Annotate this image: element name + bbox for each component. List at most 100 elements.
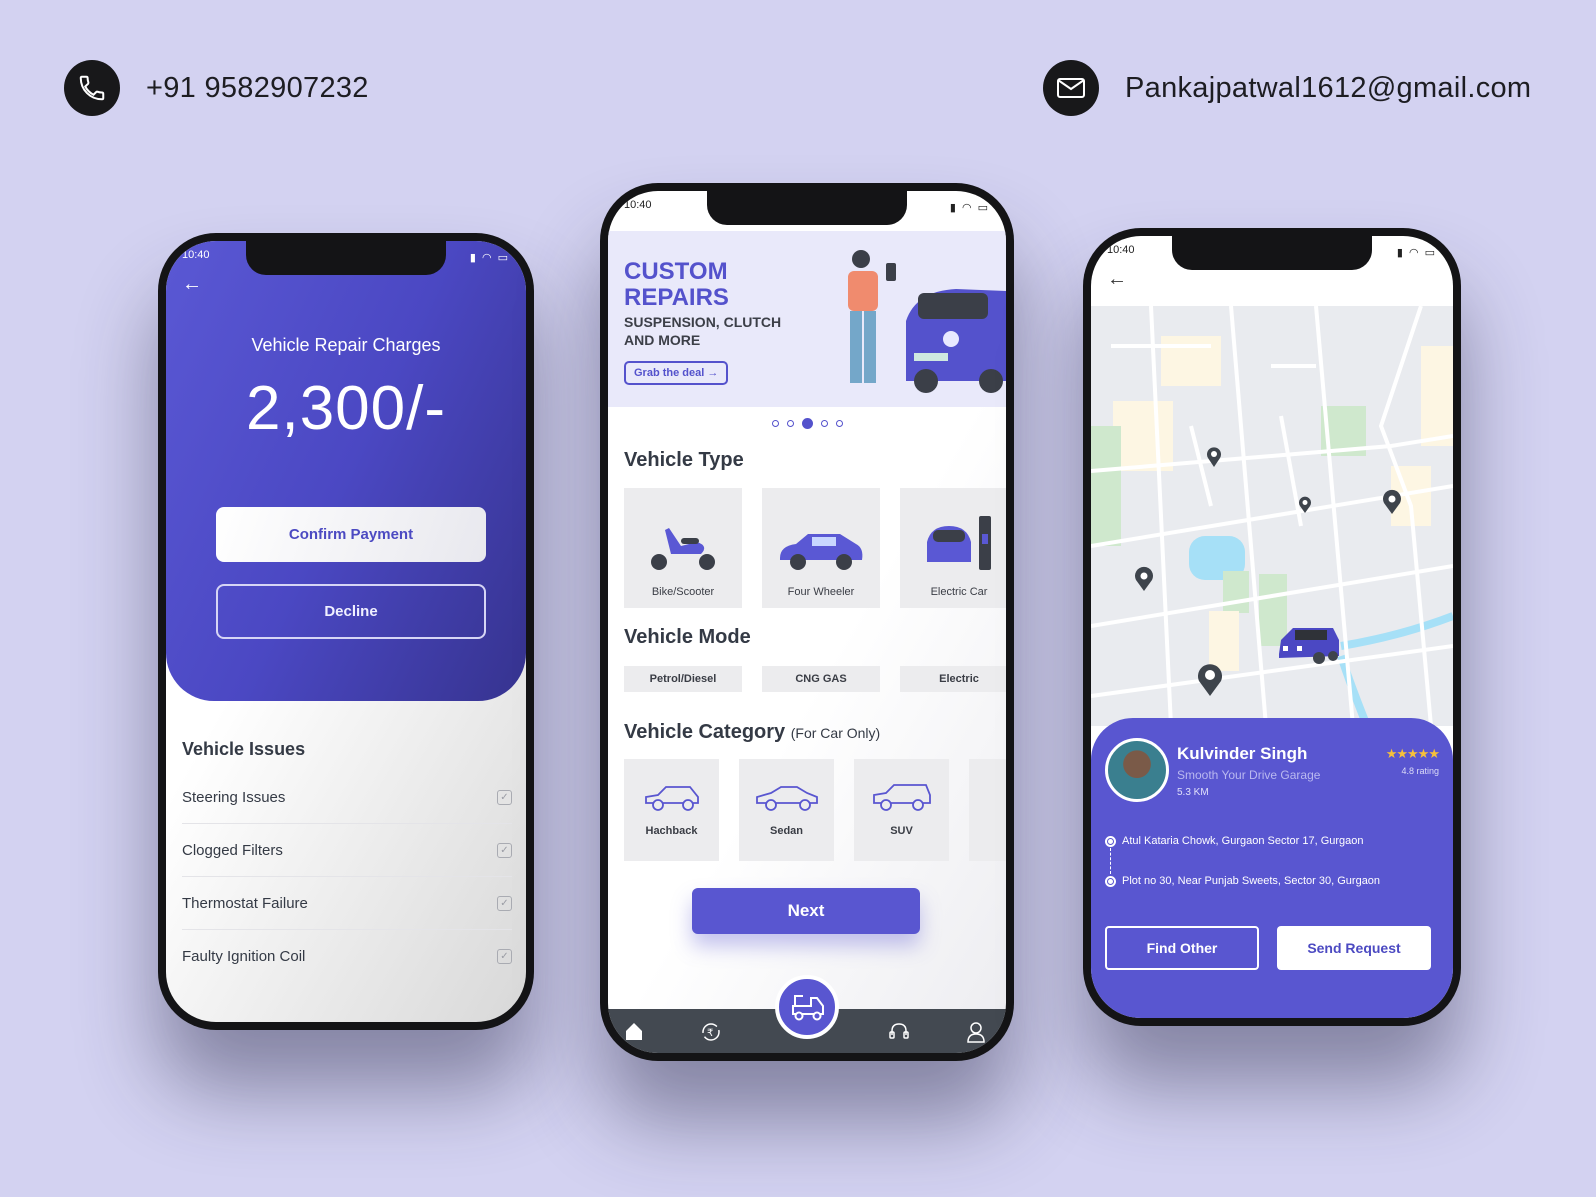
vehicle-type-card[interactable]: Four Wheeler (762, 488, 880, 608)
phone-contact: +91 9582907232 (64, 60, 369, 116)
notch (246, 241, 446, 275)
grab-deal-label: Grab the deal (634, 367, 705, 379)
carousel-dot[interactable] (786, 420, 794, 427)
map-view[interactable] (1091, 305, 1453, 728)
carousel-dot[interactable] (835, 420, 843, 427)
status-time: 10:40 (1107, 244, 1135, 256)
vehicle-category-card[interactable]: SUV (854, 759, 949, 861)
tow-truck-icon (792, 995, 824, 1021)
vehicle-category-heading: Vehicle Category (624, 721, 786, 743)
home-phone: 10:40 ▮ ◠ ▭ CUSTOM REPAIRS SUSPENSION, C… (600, 183, 1014, 1061)
map-pin-icon[interactable] (1195, 661, 1225, 697)
confirm-payment-button[interactable]: Confirm Payment (216, 507, 486, 562)
carousel-dot-active[interactable] (801, 418, 813, 429)
arrow-right-icon: → (707, 367, 719, 379)
checkbox-checked-icon[interactable]: ✓ (497, 895, 512, 911)
notch (1172, 236, 1372, 270)
map-streets (1091, 305, 1453, 728)
location-dot-icon (1105, 835, 1116, 847)
checkbox-checked-icon[interactable]: ✓ (497, 789, 512, 805)
vehicle-mode-title: Vehicle Mode (624, 626, 751, 648)
vehicle-type-card[interactable]: Electric Car (900, 488, 1006, 608)
issue-item[interactable]: Thermostat Failure ✓ (182, 877, 512, 930)
next-button[interactable]: Next (692, 888, 920, 934)
vehicle-type-label: Bike/Scooter (651, 586, 715, 598)
mail-icon (1043, 60, 1099, 116)
location-dot-icon (1105, 875, 1116, 887)
vehicle-type-title: Vehicle Type (624, 449, 744, 471)
user-icon[interactable] (966, 1021, 986, 1048)
map-pin-icon[interactable] (1133, 566, 1155, 592)
vehicle-mode-option[interactable]: Electric (900, 666, 1006, 692)
route-to: Plot no 30, Near Punjab Sweets, Sector 3… (1105, 874, 1443, 888)
notch (707, 191, 907, 225)
route-from: Atul Kataria Chowk, Gurgaon Sector 17, G… (1105, 834, 1443, 848)
issue-item[interactable]: Steering Issues ✓ (182, 771, 512, 824)
garage-car-marker-icon[interactable] (1277, 624, 1343, 668)
garage-owner-name: Kulvinder Singh (1177, 744, 1308, 763)
headset-icon[interactable] (888, 1021, 910, 1048)
battery-icon: ▭ (1424, 246, 1435, 259)
banner-headline: CUSTOM REPAIRS (624, 258, 729, 311)
vehicle-issues-list: Steering Issues ✓ Clogged Filters ✓ Thermo… (182, 771, 512, 983)
svg-text:₹: ₹ (707, 1028, 713, 1039)
vehicle-category-card[interactable]: Sedan (739, 759, 834, 861)
battery-icon: ▭ (977, 201, 988, 214)
four-wheeler-icon (780, 534, 863, 570)
issue-item[interactable]: Faulty Ignition Coil ✓ (182, 930, 512, 983)
carousel-dot[interactable] (771, 420, 779, 427)
signal-icon: ▮ (949, 201, 956, 214)
issue-label: Thermostat Failure (182, 894, 308, 912)
vehicle-category-list: Hachback Sedan SUV (624, 759, 1006, 861)
status-time: 10:40 (182, 249, 210, 261)
banner-subline: SUSPENSION, CLUTCH AND MORE (624, 314, 782, 348)
payment-header-panel: 10:40 ▮ ◠ ▭ ← Vehicle Repair Charges 2,3… (166, 241, 526, 701)
star-rating-icon: ★★★★★ (1385, 746, 1440, 761)
woman-car-illustration (848, 250, 1006, 393)
charges-amount: 2,300/- (245, 374, 447, 443)
route-info: Atul Kataria Chowk, Gurgaon Sector 17, G… (1105, 834, 1443, 888)
wifi-icon: ◠ (1408, 246, 1419, 259)
rating-value: 4.8 rating (1401, 766, 1439, 776)
vehicle-category-note: (For Car Only) (790, 725, 881, 741)
garage-distance: 5.3 KM (1177, 787, 1209, 798)
map-pin-icon[interactable] (1381, 489, 1403, 515)
email-contact: Pankajpatwal1612@gmail.com (1043, 60, 1531, 116)
issue-item[interactable]: Clogged Filters ✓ (182, 824, 512, 877)
map-pin-icon[interactable] (1205, 446, 1223, 468)
promo-banner[interactable]: CUSTOM REPAIRS SUSPENSION, CLUTCH AND MO… (608, 231, 1006, 407)
map-pin-icon[interactable] (1297, 496, 1313, 514)
wifi-icon: ◠ (481, 251, 492, 264)
grab-deal-button[interactable]: Grab the deal → (624, 361, 729, 385)
vehicle-type-label: Four Wheeler (787, 586, 855, 598)
vehicle-category-card-partial[interactable] (969, 759, 1006, 861)
wifi-icon: ◠ (961, 201, 972, 214)
electric-car-icon (927, 516, 991, 570)
signal-icon: ▮ (1396, 246, 1403, 259)
map-phone: 10:40 ▮ ◠ ▭ ← Kulvinder Singh Smooth You… (1083, 228, 1461, 1026)
back-arrow-icon[interactable]: ← (182, 273, 202, 296)
vehicle-mode-option[interactable]: Petrol/Diesel (624, 666, 742, 692)
tow-truck-button[interactable] (775, 975, 839, 1039)
vehicle-type-list: Bike/Scooter Four Wheeler Electric Car (624, 488, 1006, 608)
find-other-button[interactable]: Find Other (1105, 926, 1259, 970)
vehicle-type-card[interactable]: Bike/Scooter (624, 488, 742, 608)
rupee-refresh-icon[interactable]: ₹ (700, 1021, 722, 1048)
checkbox-checked-icon[interactable]: ✓ (497, 842, 512, 858)
vehicle-category-card[interactable]: Hachback (624, 759, 719, 861)
garage-business-name: Smooth Your Drive Garage (1177, 768, 1321, 782)
battery-icon: ▭ (497, 251, 508, 264)
home-icon[interactable] (624, 1021, 644, 1046)
checkbox-checked-icon[interactable]: ✓ (497, 949, 512, 964)
charges-title: Vehicle Repair Charges (251, 335, 441, 355)
send-request-button[interactable]: Send Request (1277, 926, 1431, 970)
hatchback-icon (644, 786, 699, 811)
vehicle-category-label: Sedan (769, 825, 803, 837)
email-address: Pankajpatwal1612@gmail.com (1125, 71, 1532, 104)
vehicle-mode-option[interactable]: CNG GAS (762, 666, 880, 692)
carousel-dot[interactable] (820, 420, 828, 427)
phone-icon (64, 60, 120, 116)
decline-button[interactable]: Decline (216, 584, 486, 639)
vehicle-category-label: Hachback (645, 825, 698, 837)
back-arrow-icon[interactable]: ← (1107, 268, 1127, 291)
